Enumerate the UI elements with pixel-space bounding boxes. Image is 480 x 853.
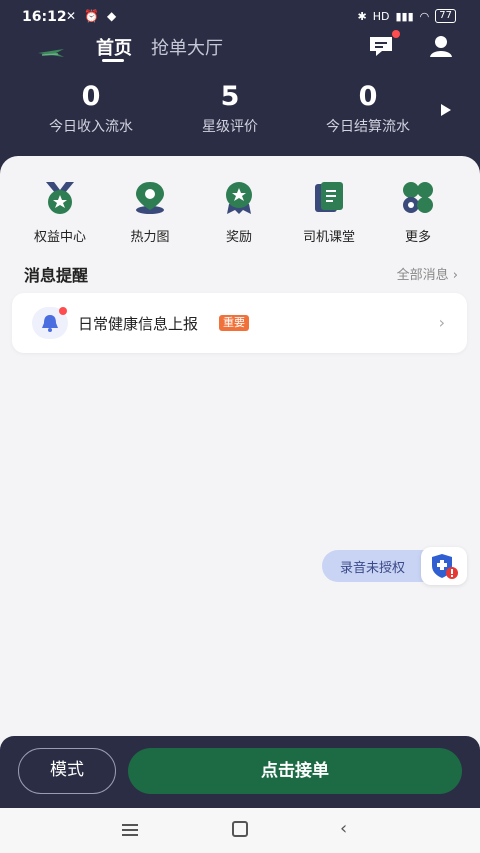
tab-home[interactable]: 首页: [96, 34, 132, 60]
status-time: 16:12: [22, 9, 67, 25]
notification-off-icon: ✕: [66, 9, 77, 23]
book-icon: [315, 182, 343, 212]
stat-label: 星级评价: [202, 119, 258, 135]
all-messages-link[interactable]: 全部消息 ›: [397, 264, 458, 283]
alarm-icon: ⏰: [84, 9, 100, 23]
main-card: 权益中心 热力图 奖励 司机课堂 更多 消息提醒 全部消息 › 日常健康信息上报…: [0, 156, 480, 756]
medal-icon: [46, 182, 74, 214]
location-pin-icon: [136, 182, 164, 214]
home-icon[interactable]: [232, 821, 248, 837]
stat-value: 0: [81, 81, 101, 112]
unread-dot: [59, 307, 67, 315]
signal-icon: ▮▮▮: [395, 9, 414, 23]
menu-item-more[interactable]: 更多: [378, 180, 458, 245]
messages-section-title: 消息提醒: [24, 266, 89, 285]
user-profile-icon[interactable]: [429, 34, 453, 58]
message-badge-dot: [392, 30, 400, 38]
more-apps-icon: [403, 182, 433, 213]
shield-alert-icon: [432, 554, 458, 579]
bluetooth-icon: ✱: [357, 9, 367, 23]
stats-row: 0 今日收入流水 5 星级评价 0 今日结算流水: [0, 80, 480, 140]
chevron-right-icon: ›: [438, 313, 445, 332]
active-tab-indicator: [102, 59, 124, 62]
chevron-right-icon: ›: [452, 268, 458, 283]
message-text: 日常健康信息上报: [78, 315, 199, 333]
message-icon[interactable]: [368, 34, 394, 58]
menu-label: 更多: [404, 230, 431, 245]
bottom-action-bar: 模式 点击接单: [0, 736, 480, 808]
stat-today-settlement[interactable]: 0 今日结算流水: [316, 80, 420, 136]
all-messages-label: 全部消息: [396, 268, 449, 283]
play-arrow-icon[interactable]: [441, 104, 451, 116]
status-left-icons: ✕ ⏰ ◆: [66, 9, 116, 23]
menu-label: 奖励: [225, 230, 252, 245]
quick-menu: 权益中心 热力图 奖励 司机课堂 更多: [0, 180, 480, 250]
stat-star-rating[interactable]: 5 星级评价: [180, 80, 280, 136]
stat-label: 今日结算流水: [326, 119, 410, 135]
stat-value: 0: [358, 81, 378, 112]
app-logo-icon: [38, 49, 64, 57]
stat-label: 今日收入流水: [49, 119, 133, 135]
recording-shield-button[interactable]: [421, 547, 467, 585]
message-item[interactable]: 日常健康信息上报 重要 ›: [12, 293, 467, 353]
stat-today-income[interactable]: 0 今日收入流水: [36, 80, 146, 136]
menu-item-heatmap[interactable]: 热力图: [110, 180, 190, 245]
status-right-icons: ✱ HD ▮▮▮ ◠ 77: [358, 9, 456, 23]
status-bar: 16:12 ✕ ⏰ ◆ ✱ HD ▮▮▮ ◠ 77: [0, 0, 480, 34]
app-notification-icon: ◆: [107, 9, 117, 23]
recording-permission-label: 录音未授权: [340, 561, 406, 576]
menu-item-rewards[interactable]: 奖励: [199, 180, 279, 245]
menu-item-driver-class[interactable]: 司机课堂: [289, 180, 369, 245]
menu-label: 权益中心: [33, 230, 86, 245]
menu-item-benefits[interactable]: 权益中心: [20, 180, 100, 245]
wifi-icon: ◠: [419, 9, 430, 23]
signal-label: HD: [372, 9, 390, 23]
system-nav-bar: ‹: [0, 808, 480, 853]
battery-icon: 77: [435, 9, 456, 23]
stat-value: 5: [220, 81, 240, 112]
back-icon[interactable]: ‹: [340, 818, 347, 839]
menu-icon[interactable]: [122, 824, 138, 836]
star-badge-icon: [226, 182, 252, 214]
top-nav: 首页 抢单大厅: [0, 30, 480, 74]
menu-label: 热力图: [130, 230, 170, 245]
menu-label: 司机课堂: [302, 230, 355, 245]
mode-button[interactable]: 模式: [18, 748, 116, 794]
important-tag: 重要: [219, 315, 249, 331]
accept-order-button[interactable]: 点击接单: [128, 748, 462, 794]
tab-order-hall[interactable]: 抢单大厅: [151, 34, 223, 60]
